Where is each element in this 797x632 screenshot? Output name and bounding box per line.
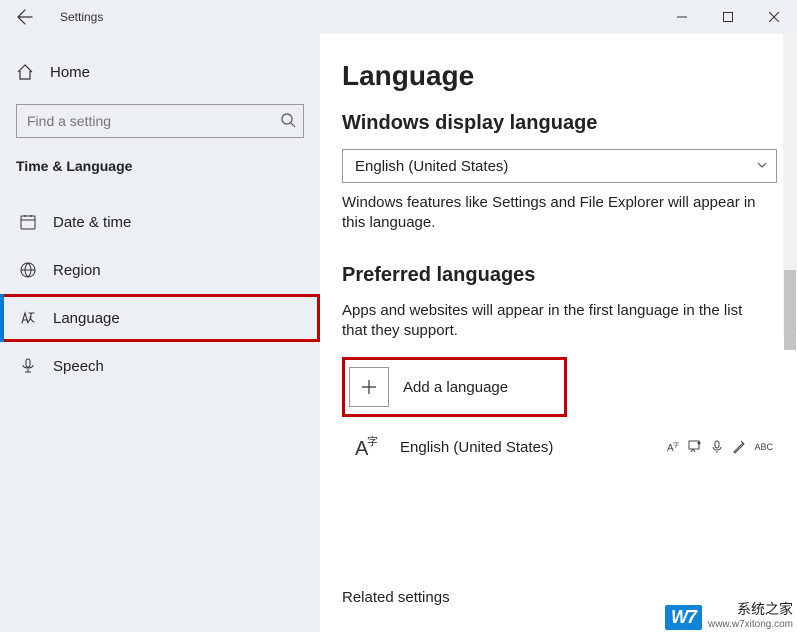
display-pack-icon: A字 <box>666 440 680 454</box>
minimize-button[interactable] <box>659 0 705 34</box>
tts-icon <box>688 440 702 454</box>
sidebar: Home Time & Language Date & time Region … <box>0 34 320 632</box>
display-language-heading: Windows display language <box>342 112 797 135</box>
display-language-help: Windows features like Settings and File … <box>342 193 762 234</box>
sidebar-item-label: Region <box>53 262 101 279</box>
sidebar-item-label: Speech <box>53 358 104 375</box>
watermark-text: 系统之家 <box>737 599 793 619</box>
display-language-value: English (United States) <box>355 158 508 175</box>
language-a-icon: A字 <box>346 433 386 461</box>
titlebar: Settings <box>0 0 797 34</box>
sidebar-home-label: Home <box>50 64 90 81</box>
sidebar-item-date-time[interactable]: Date & time <box>0 198 320 246</box>
page-title: Language <box>342 60 797 92</box>
preferred-languages-help: Apps and websites will appear in the fir… <box>342 301 762 342</box>
preferred-languages-heading: Preferred languages <box>342 264 797 287</box>
sidebar-item-label: Language <box>53 310 120 327</box>
back-button[interactable] <box>0 0 50 34</box>
window-title: Settings <box>60 10 659 24</box>
scrollbar-thumb[interactable] <box>784 270 796 350</box>
svg-text:字: 字 <box>673 441 679 449</box>
svg-text:字: 字 <box>367 434 378 448</box>
sidebar-item-speech[interactable]: Speech <box>0 342 320 390</box>
chevron-down-icon <box>756 158 768 175</box>
back-icon <box>17 9 33 25</box>
speech-icon <box>710 440 724 454</box>
display-language-dropdown[interactable]: English (United States) <box>342 149 777 183</box>
close-button[interactable] <box>751 0 797 34</box>
language-name: English (United States) <box>400 439 652 456</box>
sidebar-section: Time & Language <box>0 158 320 174</box>
sidebar-item-label: Date & time <box>53 214 131 231</box>
plus-icon <box>349 367 389 407</box>
main-content: Language Windows display language Englis… <box>320 34 797 632</box>
maximize-button[interactable] <box>705 0 751 34</box>
minimize-icon <box>677 12 687 22</box>
add-language-label: Add a language <box>403 379 508 396</box>
language-icon <box>19 309 37 327</box>
microphone-icon <box>19 357 37 375</box>
close-icon <box>769 12 779 22</box>
globe-icon <box>19 261 37 279</box>
watermark-logo: W7 <box>665 605 702 630</box>
search-icon <box>280 112 296 133</box>
handwriting-icon <box>732 440 746 454</box>
maximize-icon <box>723 12 733 22</box>
watermark: W7 系统之家 www.w7xitong.com <box>665 599 793 630</box>
sidebar-item-region[interactable]: Region <box>0 246 320 294</box>
main-container: Home Time & Language Date & time Region … <box>0 34 797 632</box>
language-feature-icons: A字 ABC <box>666 440 773 454</box>
sidebar-item-language[interactable]: Language <box>0 294 320 342</box>
search-wrap <box>16 104 304 138</box>
home-icon <box>16 63 34 81</box>
search-input[interactable] <box>16 104 304 138</box>
spellcheck-icon: ABC <box>754 442 773 452</box>
sidebar-home[interactable]: Home <box>0 52 320 92</box>
language-item[interactable]: A字 English (United States) A字 ABC <box>342 425 777 469</box>
add-language-button[interactable]: Add a language <box>342 357 567 417</box>
clock-icon <box>19 213 37 231</box>
watermark-url: www.w7xitong.com <box>708 619 793 630</box>
